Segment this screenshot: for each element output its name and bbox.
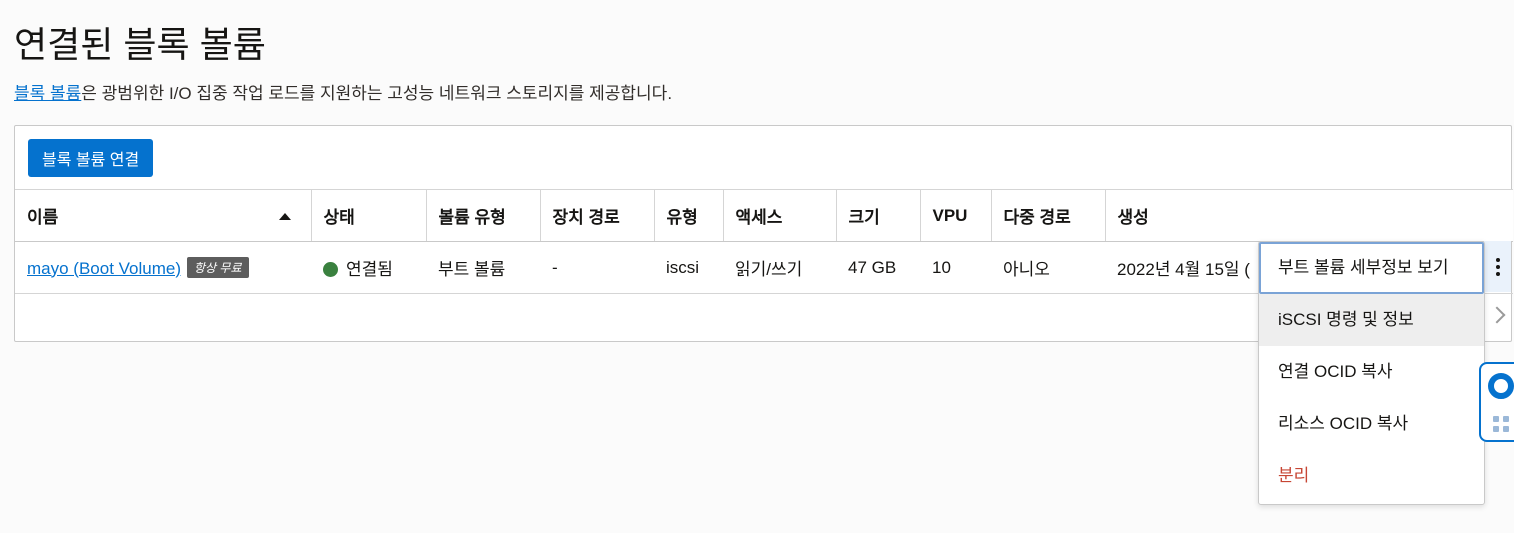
cell-type: iscsi bbox=[654, 241, 723, 294]
menu-item-copy-resource-ocid[interactable]: 리소스 OCID 복사 bbox=[1259, 398, 1484, 450]
status-attached-icon bbox=[323, 262, 338, 277]
always-free-badge: 항상 무료 bbox=[187, 256, 249, 278]
page-description: 블록 볼륨은 광범위한 I/O 집중 작업 로드를 지원하는 고성능 네트워크 … bbox=[14, 79, 672, 104]
page-title: 연결된 블록 볼륨 bbox=[14, 24, 266, 65]
lifebuoy-icon bbox=[1488, 373, 1514, 399]
cell-device-path: - bbox=[540, 241, 654, 294]
column-header-volume-type[interactable]: 볼륨 유형 bbox=[426, 189, 541, 242]
menu-item-copy-attachment-ocid[interactable]: 연결 OCID 복사 bbox=[1259, 346, 1484, 398]
status-text: 연결됨 bbox=[346, 260, 393, 279]
volume-name-link[interactable]: mayo (Boot Volume) bbox=[27, 259, 181, 278]
menu-item-iscsi-commands[interactable]: iSCSI 명령 및 정보 bbox=[1259, 294, 1484, 346]
column-header-created[interactable]: 생성 bbox=[1105, 189, 1513, 242]
menu-item-detach[interactable]: 분리 bbox=[1259, 450, 1484, 502]
sort-ascending-icon bbox=[278, 213, 291, 220]
column-header-multipath[interactable]: 다중 경로 bbox=[991, 189, 1106, 242]
description-text: 은 광범위한 I/O 집중 작업 로드를 지원하는 고성능 네트워크 스토리지를… bbox=[81, 84, 673, 103]
cell-access: 읽기/쓰기 bbox=[723, 241, 836, 294]
row-actions-menu: 부트 볼륨 세부정보 보기 iSCSI 명령 및 정보 연결 OCID 복사 리… bbox=[1258, 241, 1485, 505]
block-volume-link[interactable]: 블록 볼륨 bbox=[14, 84, 81, 103]
row-actions-button[interactable] bbox=[1483, 241, 1511, 292]
column-header-name[interactable]: 이름 bbox=[15, 189, 312, 242]
help-widget[interactable] bbox=[1479, 362, 1514, 442]
cell-size: 47 GB bbox=[836, 241, 920, 294]
cell-volume-type: 부트 볼륨 bbox=[426, 241, 540, 294]
cell-status: 연결됨 bbox=[311, 241, 426, 294]
table-header-row: 이름 상태 볼륨 유형 장치 경로 유형 액세스 크기 VPU 다중 경로 생성 bbox=[15, 189, 1513, 242]
chevron-right-icon[interactable] bbox=[1488, 306, 1506, 324]
column-header-vpu[interactable]: VPU bbox=[920, 189, 992, 242]
column-header-size[interactable]: 크기 bbox=[836, 189, 921, 242]
menu-item-view-boot-volume-details[interactable]: 부트 볼륨 세부정보 보기 bbox=[1259, 242, 1484, 294]
grip-icon[interactable] bbox=[1493, 416, 1509, 432]
column-header-status[interactable]: 상태 bbox=[311, 189, 427, 242]
kebab-menu-icon bbox=[1495, 257, 1500, 276]
attach-block-volume-button[interactable]: 블록 볼륨 연결 bbox=[28, 139, 154, 177]
column-header-access[interactable]: 액세스 bbox=[723, 189, 837, 242]
cell-multipath: 아니오 bbox=[991, 241, 1105, 294]
cell-vpu: 10 bbox=[920, 241, 991, 294]
column-header-type[interactable]: 유형 bbox=[654, 189, 724, 242]
cell-name: mayo (Boot Volume) 항상 무료 bbox=[15, 241, 311, 294]
column-header-device-path[interactable]: 장치 경로 bbox=[540, 189, 655, 242]
